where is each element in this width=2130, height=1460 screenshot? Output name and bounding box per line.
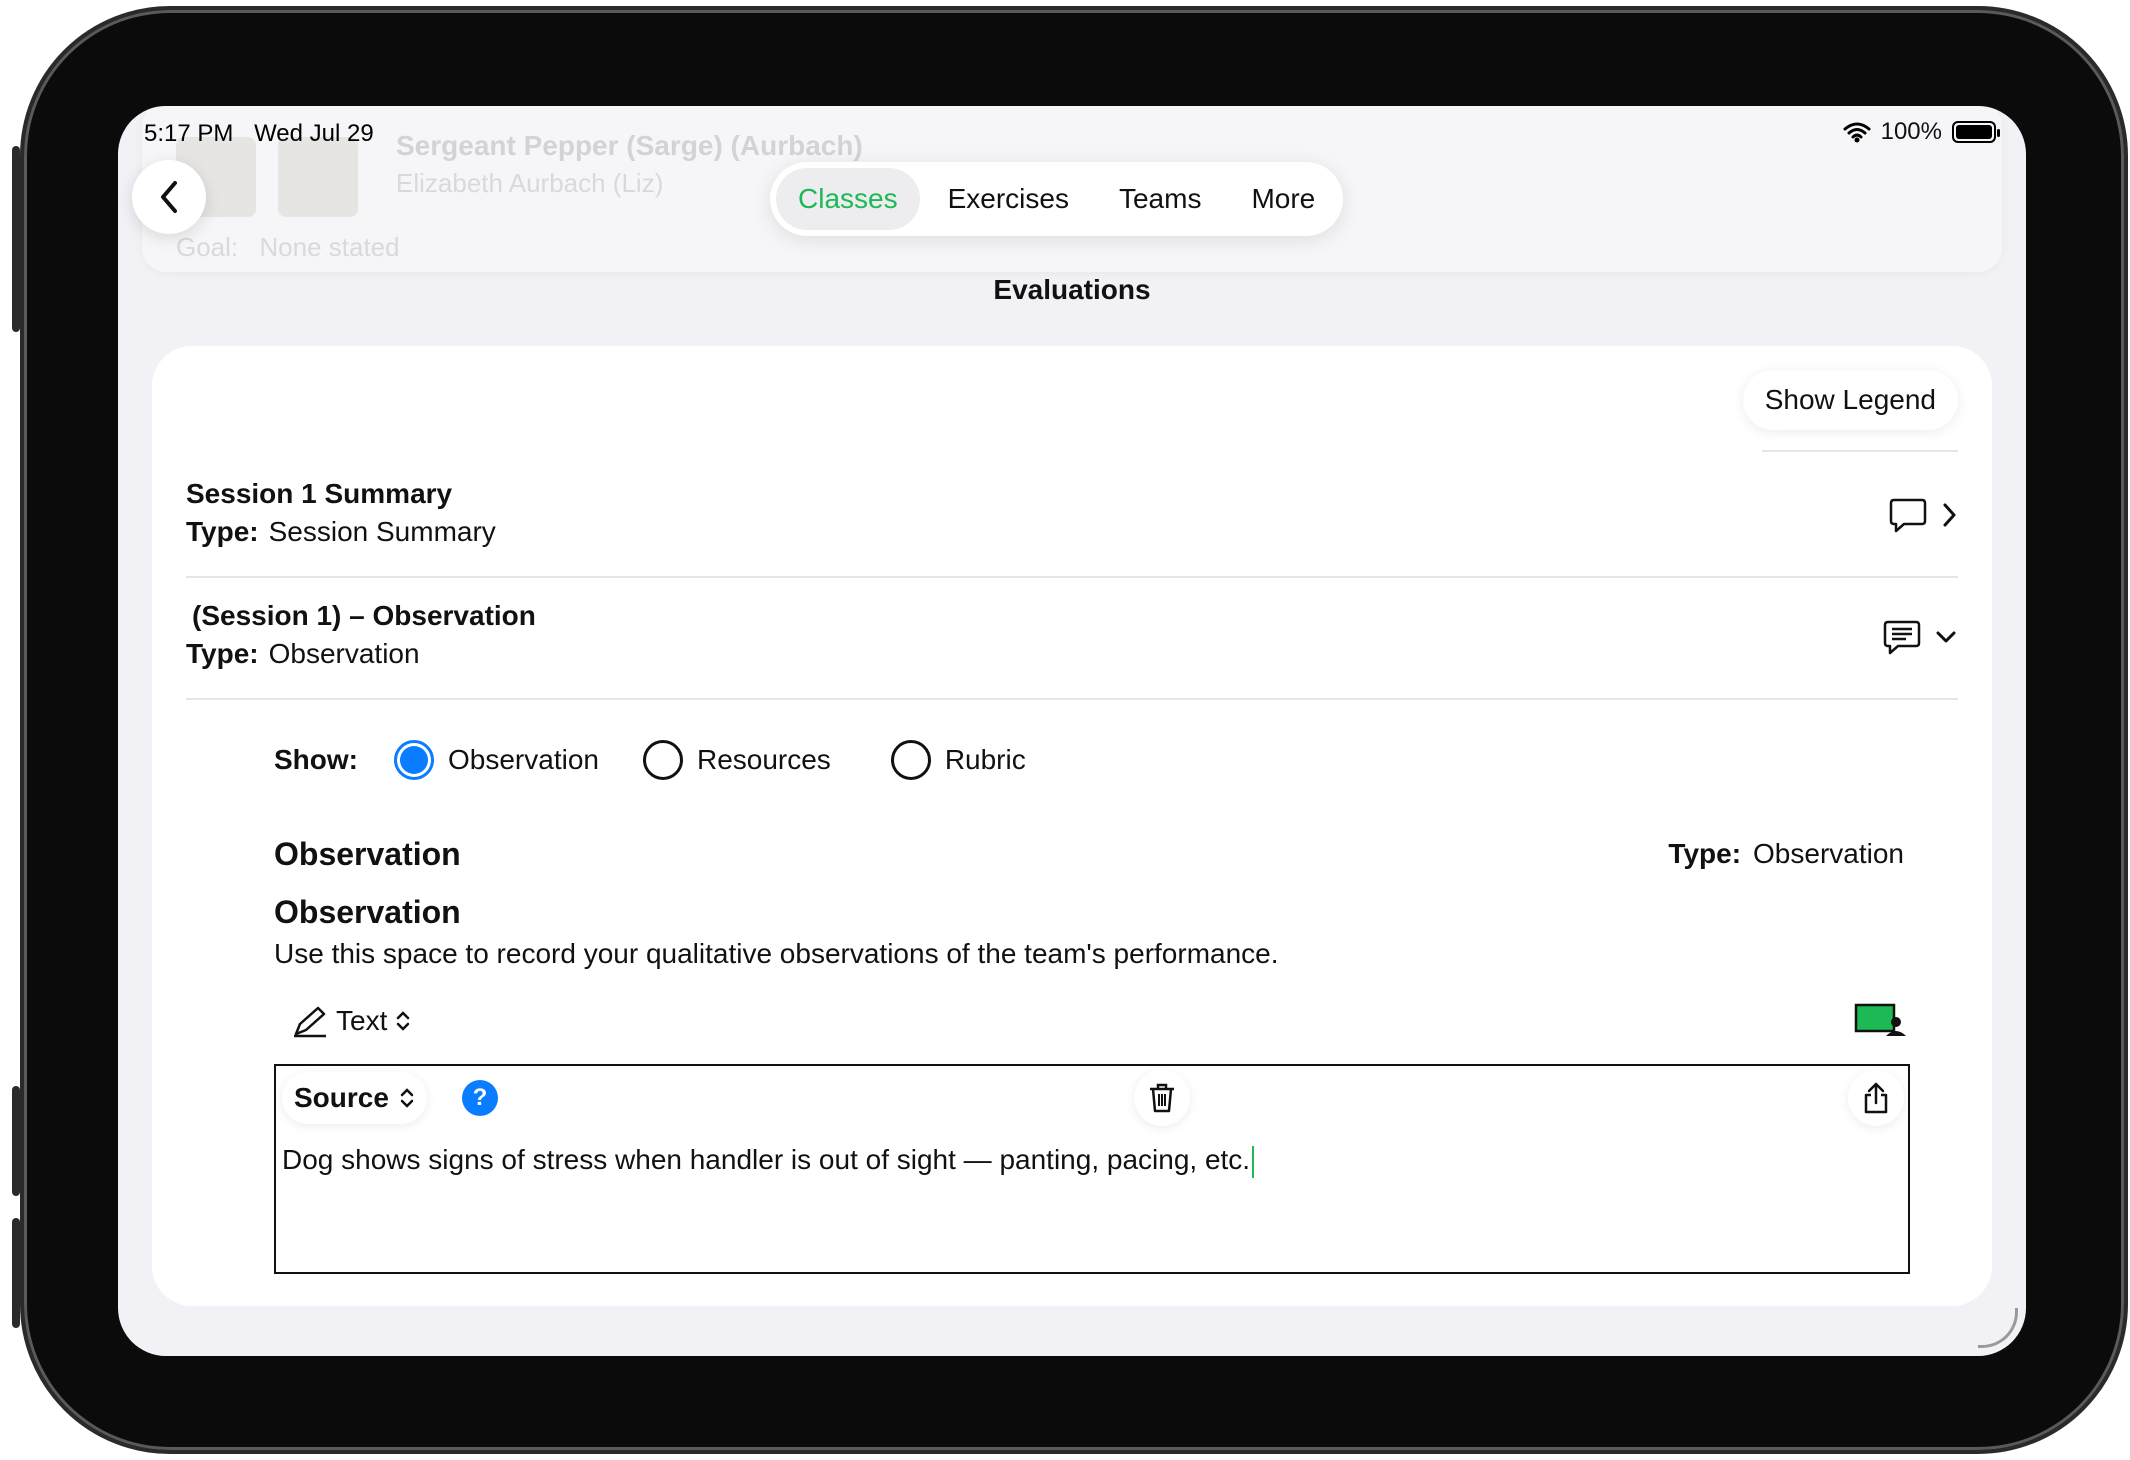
app-screen: Sergeant Pepper (Sarge) (Aurbach) Elizab… [118, 106, 2026, 1356]
chevron-down-icon[interactable] [1934, 627, 1958, 647]
chevron-left-icon [161, 181, 177, 213]
source-label: Source [294, 1082, 389, 1113]
type-value: Session Summary [268, 516, 496, 547]
tab-more[interactable]: More [1229, 168, 1337, 230]
radio-label: Rubric [944, 744, 1026, 775]
share-button[interactable] [1848, 1070, 1904, 1126]
row-type: Type: Observation [186, 638, 420, 670]
legend-divider [1762, 450, 1958, 452]
type-value: Observation [268, 638, 420, 669]
handler-name: Elizabeth Aurbach (Liz) [396, 168, 664, 198]
editor-content[interactable]: Dog shows signs of stress when handler i… [282, 1144, 1255, 1178]
side-button [12, 1218, 20, 1328]
show-legend-button[interactable]: Show Legend [1742, 370, 1958, 430]
delete-button[interactable] [1134, 1070, 1190, 1126]
goal-label: Goal: [176, 232, 239, 262]
tab-teams[interactable]: Teams [1097, 168, 1223, 230]
back-button[interactable] [132, 160, 206, 234]
row-actions [1888, 496, 1958, 534]
screen-share-icon[interactable] [1854, 1002, 1906, 1041]
radio-unselected-indicator [642, 740, 683, 780]
show-selector: Show: Observation Resources Rubric [274, 740, 1070, 780]
row-title: (Session 1) – Observation [192, 600, 536, 631]
radio-unselected-indicator [890, 740, 931, 780]
observation-subheading: Observation [274, 894, 461, 930]
comment-text-icon[interactable] [1882, 618, 1922, 656]
status-indicators: 100% [1843, 118, 2000, 146]
observation-heading: Observation [274, 836, 461, 872]
radio-label: Observation [448, 744, 599, 775]
battery-icon [1952, 121, 2000, 143]
battery-percent: 100% [1880, 118, 1942, 145]
text-caret [1252, 1145, 1255, 1178]
volume-up-button [12, 146, 20, 332]
volume-down-button [12, 1086, 20, 1196]
help-icon[interactable]: ? [462, 1080, 498, 1116]
comment-icon[interactable] [1888, 496, 1928, 534]
share-icon [1864, 1082, 1888, 1114]
editor-text: Dog shows signs of stress when handler i… [282, 1144, 1251, 1175]
trash-icon [1150, 1083, 1174, 1113]
up-down-chevron-icon [400, 1088, 414, 1108]
handler-photo [278, 137, 358, 217]
status-time: 5:17 PM Wed Jul 29 [144, 120, 374, 148]
observation-type: Type: Observation [1668, 838, 1904, 870]
radio-label: Resources [696, 744, 831, 775]
radio-rubric[interactable]: Rubric [890, 740, 1026, 780]
row-actions [1882, 618, 1958, 656]
editor-toolbar: Source ? [276, 1066, 1908, 1126]
radio-selected-indicator [394, 740, 434, 780]
tab-classes[interactable]: Classes [776, 168, 920, 230]
pencil-icon [294, 1006, 326, 1038]
show-label: Show: [274, 744, 358, 775]
up-down-chevron-icon [397, 1011, 410, 1031]
page-title: Evaluations [993, 274, 1151, 305]
text-mode-selector[interactable]: Text [292, 1004, 411, 1038]
evaluation-row-summary[interactable]: Session 1 Summary Type: Session Summary [186, 456, 1958, 578]
team-name: Sergeant Pepper (Sarge) (Aurbach) [396, 130, 863, 161]
evaluation-row-observation[interactable]: (Session 1) – Observation Type: Observati… [186, 578, 1958, 700]
tab-exercises[interactable]: Exercises [926, 168, 1091, 230]
observation-description: Use this space to record your qualitativ… [274, 938, 1279, 969]
date-text: Wed Jul 29 [254, 120, 374, 147]
chevron-right-icon[interactable] [1940, 501, 1958, 529]
top-tab-bar: Classes Exercises Teams More [770, 162, 1344, 236]
type-value: Observation [1753, 838, 1904, 869]
wifi-icon [1843, 122, 1871, 143]
row-type: Type: Session Summary [186, 516, 496, 548]
type-label: Type: [186, 638, 259, 669]
row-title: Session 1 Summary [186, 478, 453, 509]
type-label: Type: [1668, 838, 1742, 869]
source-button[interactable]: Source [282, 1072, 427, 1124]
evaluations-panel: Show Legend Session 1 Summary Type: Sessi… [152, 346, 1992, 1306]
time-text: 5:17 PM [144, 120, 234, 147]
radio-resources[interactable]: Resources [642, 740, 831, 780]
text-mode-label: Text [336, 1005, 388, 1036]
radio-observation[interactable]: Observation [394, 740, 599, 780]
type-label: Type: [186, 516, 259, 547]
goal-value: None stated [259, 232, 400, 262]
observation-editor[interactable]: Source ? Dog shows signs of stress when … [274, 1064, 1910, 1274]
